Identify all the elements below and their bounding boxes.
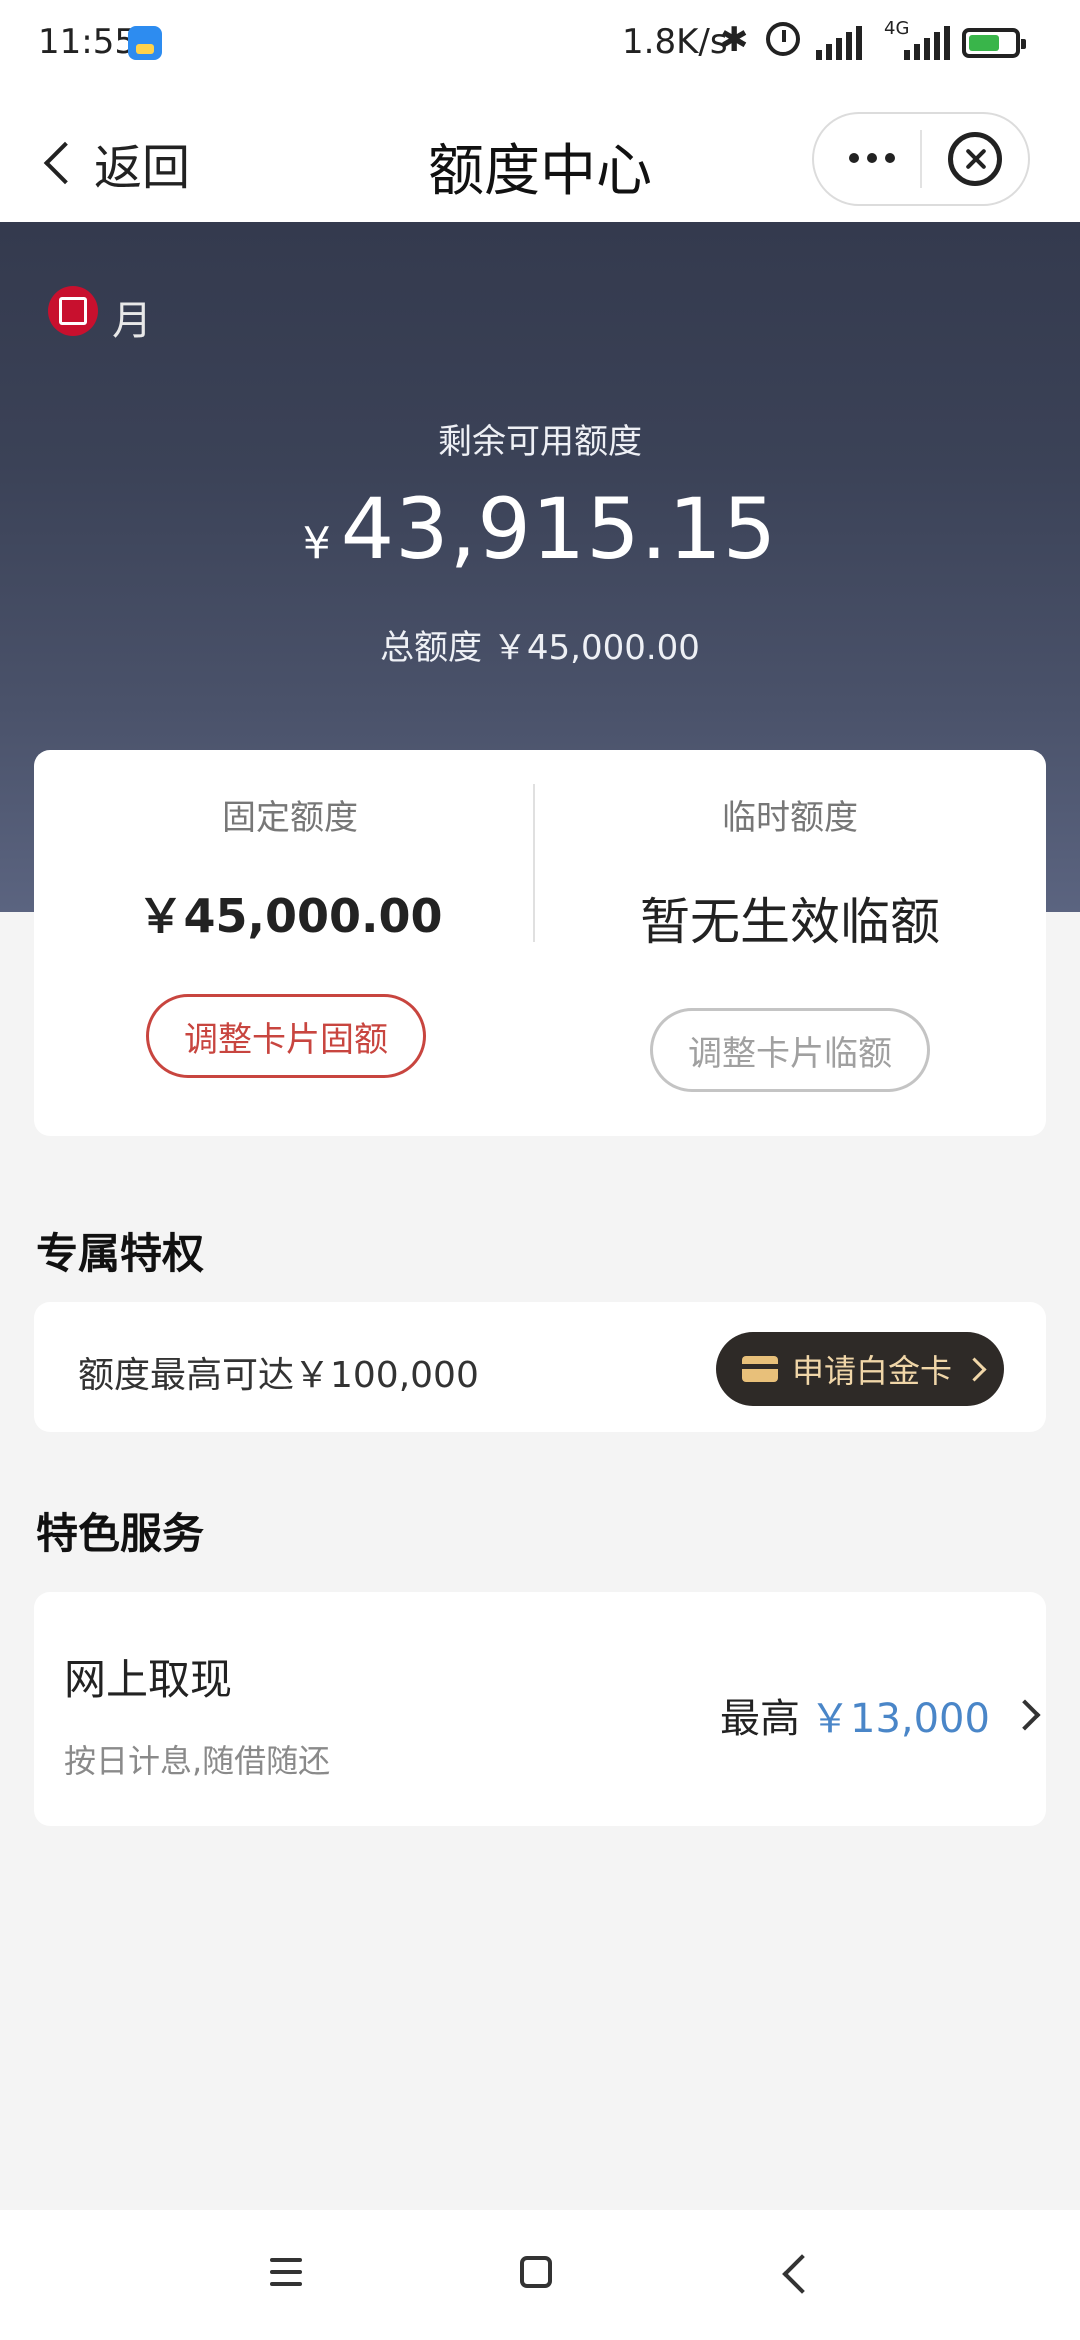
status-time: 11:55 xyxy=(38,22,136,62)
service-max-value: ￥13,000 xyxy=(810,1696,990,1742)
service-subtitle: 按日计息,随借随还 xyxy=(64,1742,331,1780)
battery-icon xyxy=(962,28,1026,58)
home-icon[interactable] xyxy=(520,2256,552,2288)
available-amount-value: 43,915.15 xyxy=(340,480,778,578)
signal-icon xyxy=(816,26,862,60)
temp-limit-value: 暂无生效临额 xyxy=(640,893,940,951)
more-button[interactable] xyxy=(840,128,904,188)
service-max-amount[interactable]: 最高 ￥13,000 xyxy=(720,1686,1041,1744)
capsule-divider xyxy=(920,130,922,188)
menu-icon[interactable] xyxy=(270,2258,302,2286)
privilege-text: 额度最高可达￥100,000 xyxy=(78,1355,479,1396)
service-title: 网上取现 xyxy=(64,1655,233,1704)
signal-icon-secondary xyxy=(904,26,950,60)
fixed-limit-value: ￥45,000.00 xyxy=(137,889,443,943)
more-icon xyxy=(849,153,859,163)
bank-logo-icon xyxy=(48,286,98,336)
apply-platinum-card-button[interactable]: 申请白金卡 xyxy=(716,1332,1004,1406)
currency-symbol: ¥ xyxy=(302,518,331,569)
total-limit: 总额度 ￥45,000.00 xyxy=(380,628,700,668)
fixed-limit-label: 固定额度 xyxy=(222,798,358,838)
card-icon xyxy=(742,1356,778,1382)
bank-name: 月 xyxy=(112,298,152,344)
adjust-temp-limit-button[interactable]: 调整卡片临额 xyxy=(650,1008,930,1092)
apply-platinum-label: 申请白金卡 xyxy=(792,1352,953,1390)
bluetooth-icon: ✱ xyxy=(720,20,749,60)
adjust-fixed-limit-button[interactable]: 调整卡片固额 xyxy=(146,994,426,1078)
alarm-icon xyxy=(766,22,800,56)
services-section-title: 特色服务 xyxy=(36,1509,205,1558)
temp-limit-label: 临时额度 xyxy=(722,798,858,838)
close-icon[interactable] xyxy=(948,132,1002,186)
chevron-right-icon xyxy=(962,1356,987,1382)
available-limit-amount: ¥43,915.15 xyxy=(0,480,1080,578)
chevron-right-icon xyxy=(1009,1699,1041,1731)
available-limit-label: 剩余可用额度 xyxy=(438,422,642,462)
app-notification-icon xyxy=(128,26,162,60)
network-speed: 1.8K/s xyxy=(622,22,728,62)
service-max-label: 最高 xyxy=(720,1696,800,1742)
privileges-section-title: 专属特权 xyxy=(36,1229,205,1278)
